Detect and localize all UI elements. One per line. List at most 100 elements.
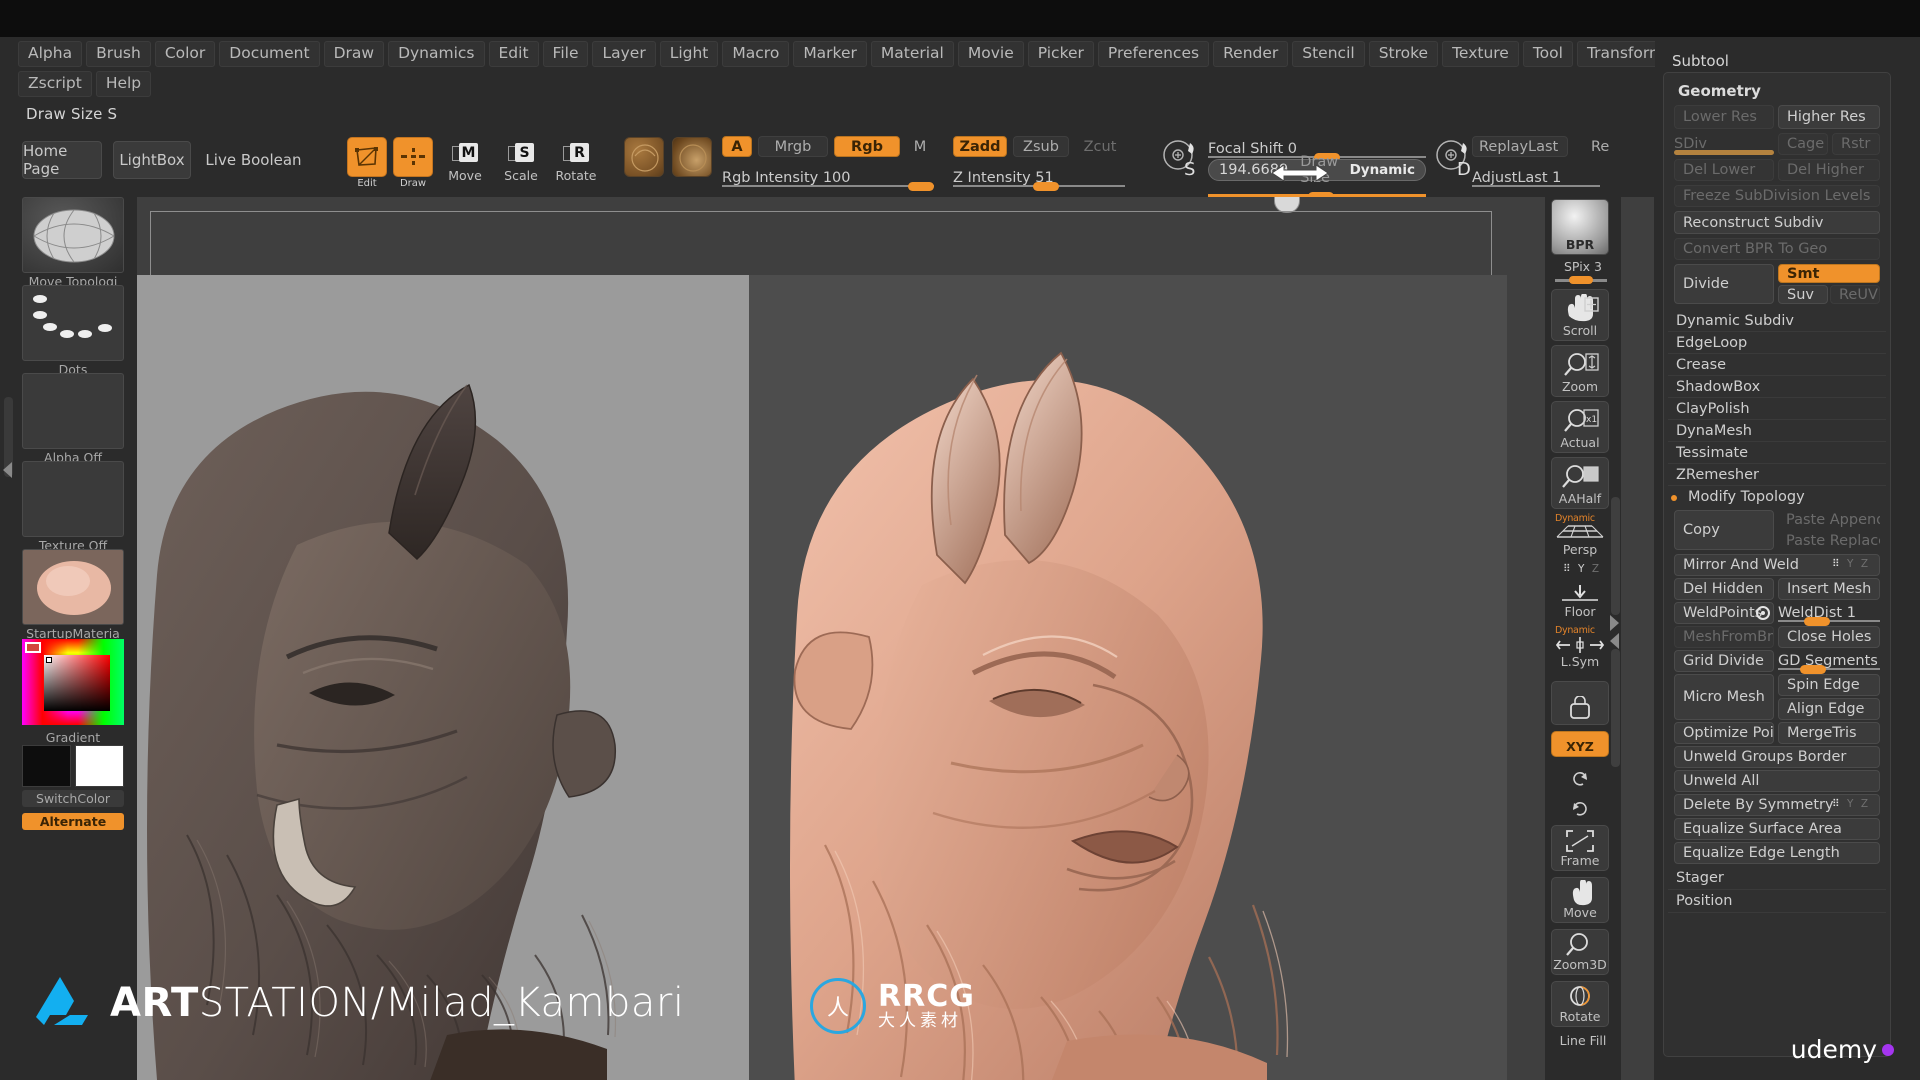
del-higher-button[interactable]: Del Higher bbox=[1778, 159, 1880, 181]
menu-item-marker[interactable]: Marker bbox=[793, 41, 867, 67]
rgb-intensity-slider[interactable]: Rgb Intensity 100 bbox=[722, 167, 934, 191]
rail-scroll-upper[interactable] bbox=[1611, 497, 1620, 615]
menu-item-draw[interactable]: Draw bbox=[323, 41, 385, 67]
m-toggle[interactable]: M bbox=[906, 136, 934, 157]
gd-segments-slider[interactable]: GD Segments bbox=[1778, 650, 1880, 674]
dynamic-subdiv-section[interactable]: Dynamic Subdiv bbox=[1668, 310, 1886, 332]
zoom3d-button[interactable]: Zoom3D bbox=[1551, 929, 1609, 975]
rotate-ccw-button[interactable] bbox=[1551, 763, 1609, 789]
rgb-toggle[interactable]: Rgb bbox=[834, 136, 900, 157]
lightbox-button[interactable]: LightBox bbox=[113, 141, 191, 179]
delete-by-symmetry-axis[interactable]: ⠿ Y Z bbox=[1832, 798, 1870, 810]
draw-mode-button[interactable]: Draw bbox=[393, 137, 433, 189]
rstr-button[interactable]: Rstr bbox=[1832, 133, 1880, 155]
menu-item-file[interactable]: File bbox=[542, 41, 589, 67]
floor-axis-toggles[interactable]: ⠿ Y Z bbox=[1563, 563, 1601, 575]
zoom-button[interactable]: Zoom bbox=[1551, 345, 1609, 397]
rotate-cw-button[interactable] bbox=[1551, 793, 1609, 819]
menu-item-picker[interactable]: Picker bbox=[1027, 41, 1094, 67]
spin-edge-button[interactable]: Spin Edge bbox=[1778, 674, 1880, 696]
dynamesh-section[interactable]: DynaMesh bbox=[1668, 420, 1886, 442]
align-edge-button[interactable]: Align Edge bbox=[1778, 698, 1880, 720]
color-picker-mode-swatch[interactable] bbox=[25, 642, 41, 653]
del-lower-button[interactable]: Del Lower bbox=[1674, 159, 1774, 181]
menu-item-dynamics[interactable]: Dynamics bbox=[388, 41, 485, 67]
transparency-button[interactable] bbox=[1551, 681, 1609, 725]
live-boolean-button[interactable]: Live Boolean bbox=[202, 141, 305, 179]
smt-toggle[interactable]: Smt bbox=[1778, 264, 1880, 283]
cage-button[interactable]: Cage bbox=[1778, 133, 1828, 155]
menu-item-document[interactable]: Document bbox=[219, 41, 320, 67]
zadd-toggle[interactable]: Zadd bbox=[953, 136, 1007, 157]
weld-dist-knob[interactable] bbox=[1804, 617, 1830, 626]
brush-thumb[interactable] bbox=[22, 197, 124, 273]
record-button[interactable]: Re bbox=[1584, 136, 1612, 157]
stroke-selector[interactable]: Dots bbox=[22, 285, 124, 377]
rail-arrow-icon[interactable] bbox=[1609, 615, 1620, 649]
micro-mesh-button[interactable]: Micro Mesh bbox=[1674, 674, 1774, 720]
color-swatches[interactable] bbox=[22, 745, 124, 787]
equalize-edge-length-button[interactable]: Equalize Edge Length bbox=[1674, 842, 1880, 864]
reuv-toggle[interactable]: ReUV bbox=[1830, 285, 1880, 304]
menu-item-stroke[interactable]: Stroke bbox=[1368, 41, 1439, 67]
z-intensity-slider[interactable]: Z Intensity 51 bbox=[953, 167, 1125, 191]
paste-append-button[interactable]: Paste Append bbox=[1778, 510, 1880, 529]
material-thumb[interactable] bbox=[22, 549, 124, 625]
document-area[interactable] bbox=[137, 275, 1507, 1080]
switch-color-label[interactable]: SwitchColor bbox=[22, 790, 124, 807]
menu-item-light[interactable]: Light bbox=[659, 41, 719, 67]
edit-mode-button[interactable]: Edit bbox=[347, 137, 387, 189]
zremesher-section[interactable]: ZRemesher bbox=[1668, 464, 1886, 486]
menu-item-color[interactable]: Color bbox=[154, 41, 216, 67]
del-hidden-button[interactable]: Del Hidden bbox=[1674, 578, 1774, 600]
move-rail-button[interactable]: Move bbox=[1551, 877, 1609, 923]
alpha-selector[interactable]: Alpha Off bbox=[22, 373, 124, 465]
material-preview-b[interactable] bbox=[672, 137, 712, 177]
brush-selector[interactable]: Move Topologi bbox=[22, 197, 124, 289]
menu-item-material[interactable]: Material bbox=[870, 41, 954, 67]
home-page-button[interactable]: Home Page bbox=[22, 141, 102, 179]
menu-item-alpha[interactable]: Alpha bbox=[18, 41, 83, 67]
menu-item-edit[interactable]: Edit bbox=[488, 41, 539, 67]
left-shelf-arrow-icon[interactable] bbox=[2, 462, 13, 478]
mrgb-toggle[interactable]: Mrgb bbox=[758, 136, 828, 157]
menu-item-preferences[interactable]: Preferences bbox=[1097, 41, 1210, 67]
close-holes-button[interactable]: Close Holes bbox=[1778, 626, 1880, 648]
material-selector[interactable]: StartupMateria bbox=[22, 549, 124, 641]
merge-tris-button[interactable]: MergeTris bbox=[1778, 722, 1880, 744]
menu-item-movie[interactable]: Movie bbox=[957, 41, 1024, 67]
secondary-color-swatch[interactable] bbox=[75, 745, 124, 787]
crease-section[interactable]: Crease bbox=[1668, 354, 1886, 376]
bpr-button[interactable]: BPR bbox=[1551, 199, 1609, 255]
local-symmetry-button[interactable]: L.Sym bbox=[1551, 625, 1609, 671]
modify-topology-section[interactable]: Modify Topology bbox=[1680, 486, 1886, 508]
insert-mesh-button[interactable]: Insert Mesh bbox=[1778, 578, 1880, 600]
alpha-toggle[interactable]: A bbox=[722, 136, 752, 157]
actual-size-button[interactable]: x1 Actual bbox=[1551, 401, 1609, 453]
frame-button[interactable]: Frame bbox=[1551, 825, 1609, 871]
position-section[interactable]: Position bbox=[1668, 890, 1886, 913]
xyz-button[interactable]: XYZ bbox=[1551, 731, 1609, 757]
menu-item-stencil[interactable]: Stencil bbox=[1292, 41, 1365, 67]
sculpt-canvas[interactable] bbox=[137, 197, 1654, 1080]
material-preview-a[interactable] bbox=[624, 137, 664, 177]
divide-button[interactable]: Divide bbox=[1674, 264, 1774, 304]
rotate-rail-button[interactable]: Rotate bbox=[1551, 981, 1609, 1027]
stroke-thumb[interactable] bbox=[22, 285, 124, 361]
convert-bpr-to-geo-button[interactable]: Convert BPR To Geo bbox=[1674, 238, 1880, 260]
claypolish-section[interactable]: ClayPolish bbox=[1668, 398, 1886, 420]
adjust-last-slider[interactable]: AdjustLast 1 bbox=[1472, 167, 1600, 187]
menu-item-layer[interactable]: Layer bbox=[592, 41, 656, 67]
unweld-all-button[interactable]: Unweld All bbox=[1674, 770, 1880, 792]
zsub-toggle[interactable]: Zsub bbox=[1013, 136, 1069, 157]
equalize-surface-area-button[interactable]: Equalize Surface Area bbox=[1674, 818, 1880, 840]
menu-item-brush[interactable]: Brush bbox=[86, 41, 151, 67]
replay-last-button[interactable]: ReplayLast bbox=[1472, 136, 1568, 157]
stroke-s-widget[interactable]: S bbox=[1157, 135, 1205, 183]
aahalf-button[interactable]: AAHalf bbox=[1551, 457, 1609, 509]
dynamic-badge[interactable]: Dynamic bbox=[1350, 162, 1415, 178]
copy-button[interactable]: Copy bbox=[1674, 510, 1774, 550]
scroll-button[interactable]: Scroll bbox=[1551, 289, 1609, 341]
primary-color-swatch[interactable] bbox=[22, 745, 71, 787]
weld-dist-slider[interactable]: WeldDist 1 bbox=[1778, 602, 1880, 626]
